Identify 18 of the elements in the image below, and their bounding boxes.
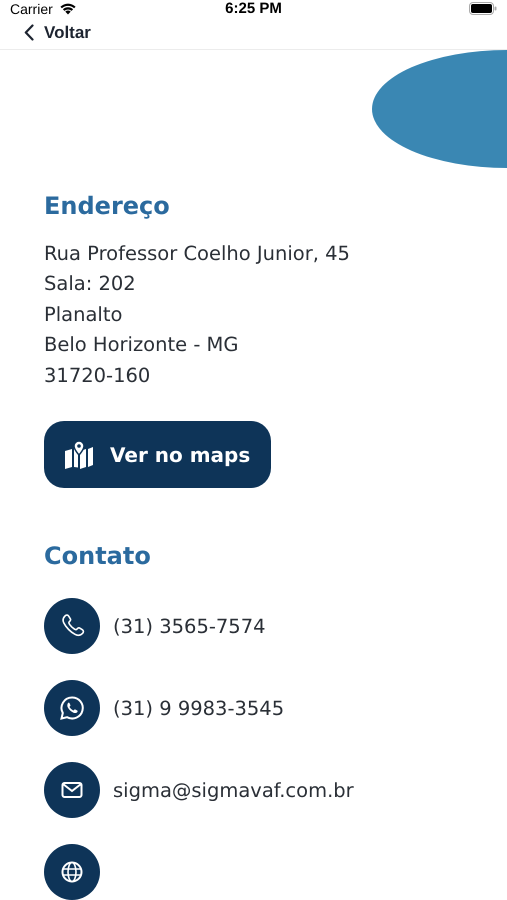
clock-time: 6:25 PM [225,0,282,18]
contact-text[interactable]: (31) 3565-7574 [113,614,266,638]
map-pin-icon [64,440,94,468]
back-chevron-icon [24,24,34,42]
section-heading: Endereço [44,190,170,220]
wifi-icon [58,2,77,16]
contact-text[interactable]: (31) 9 9983-3545 [113,696,284,720]
address-line: Belo Horizonte - MG [44,332,240,358]
carrier-name: Carrier [10,0,53,17]
address-line: 31720-160 [44,362,152,388]
back-button[interactable]: Voltar [24,22,91,43]
address-line: Sala: 202 [44,271,137,297]
address-line: Rua Professor Coelho Junior, 45 [44,240,351,266]
battery-icon [469,2,497,16]
section-heading: Contato [44,541,151,571]
address-line: Planalto [44,302,124,328]
view-on-maps-button[interactable]: Ver no maps [44,421,272,488]
contact-text[interactable]: sigma@sigmavaf.com.br [113,778,354,802]
